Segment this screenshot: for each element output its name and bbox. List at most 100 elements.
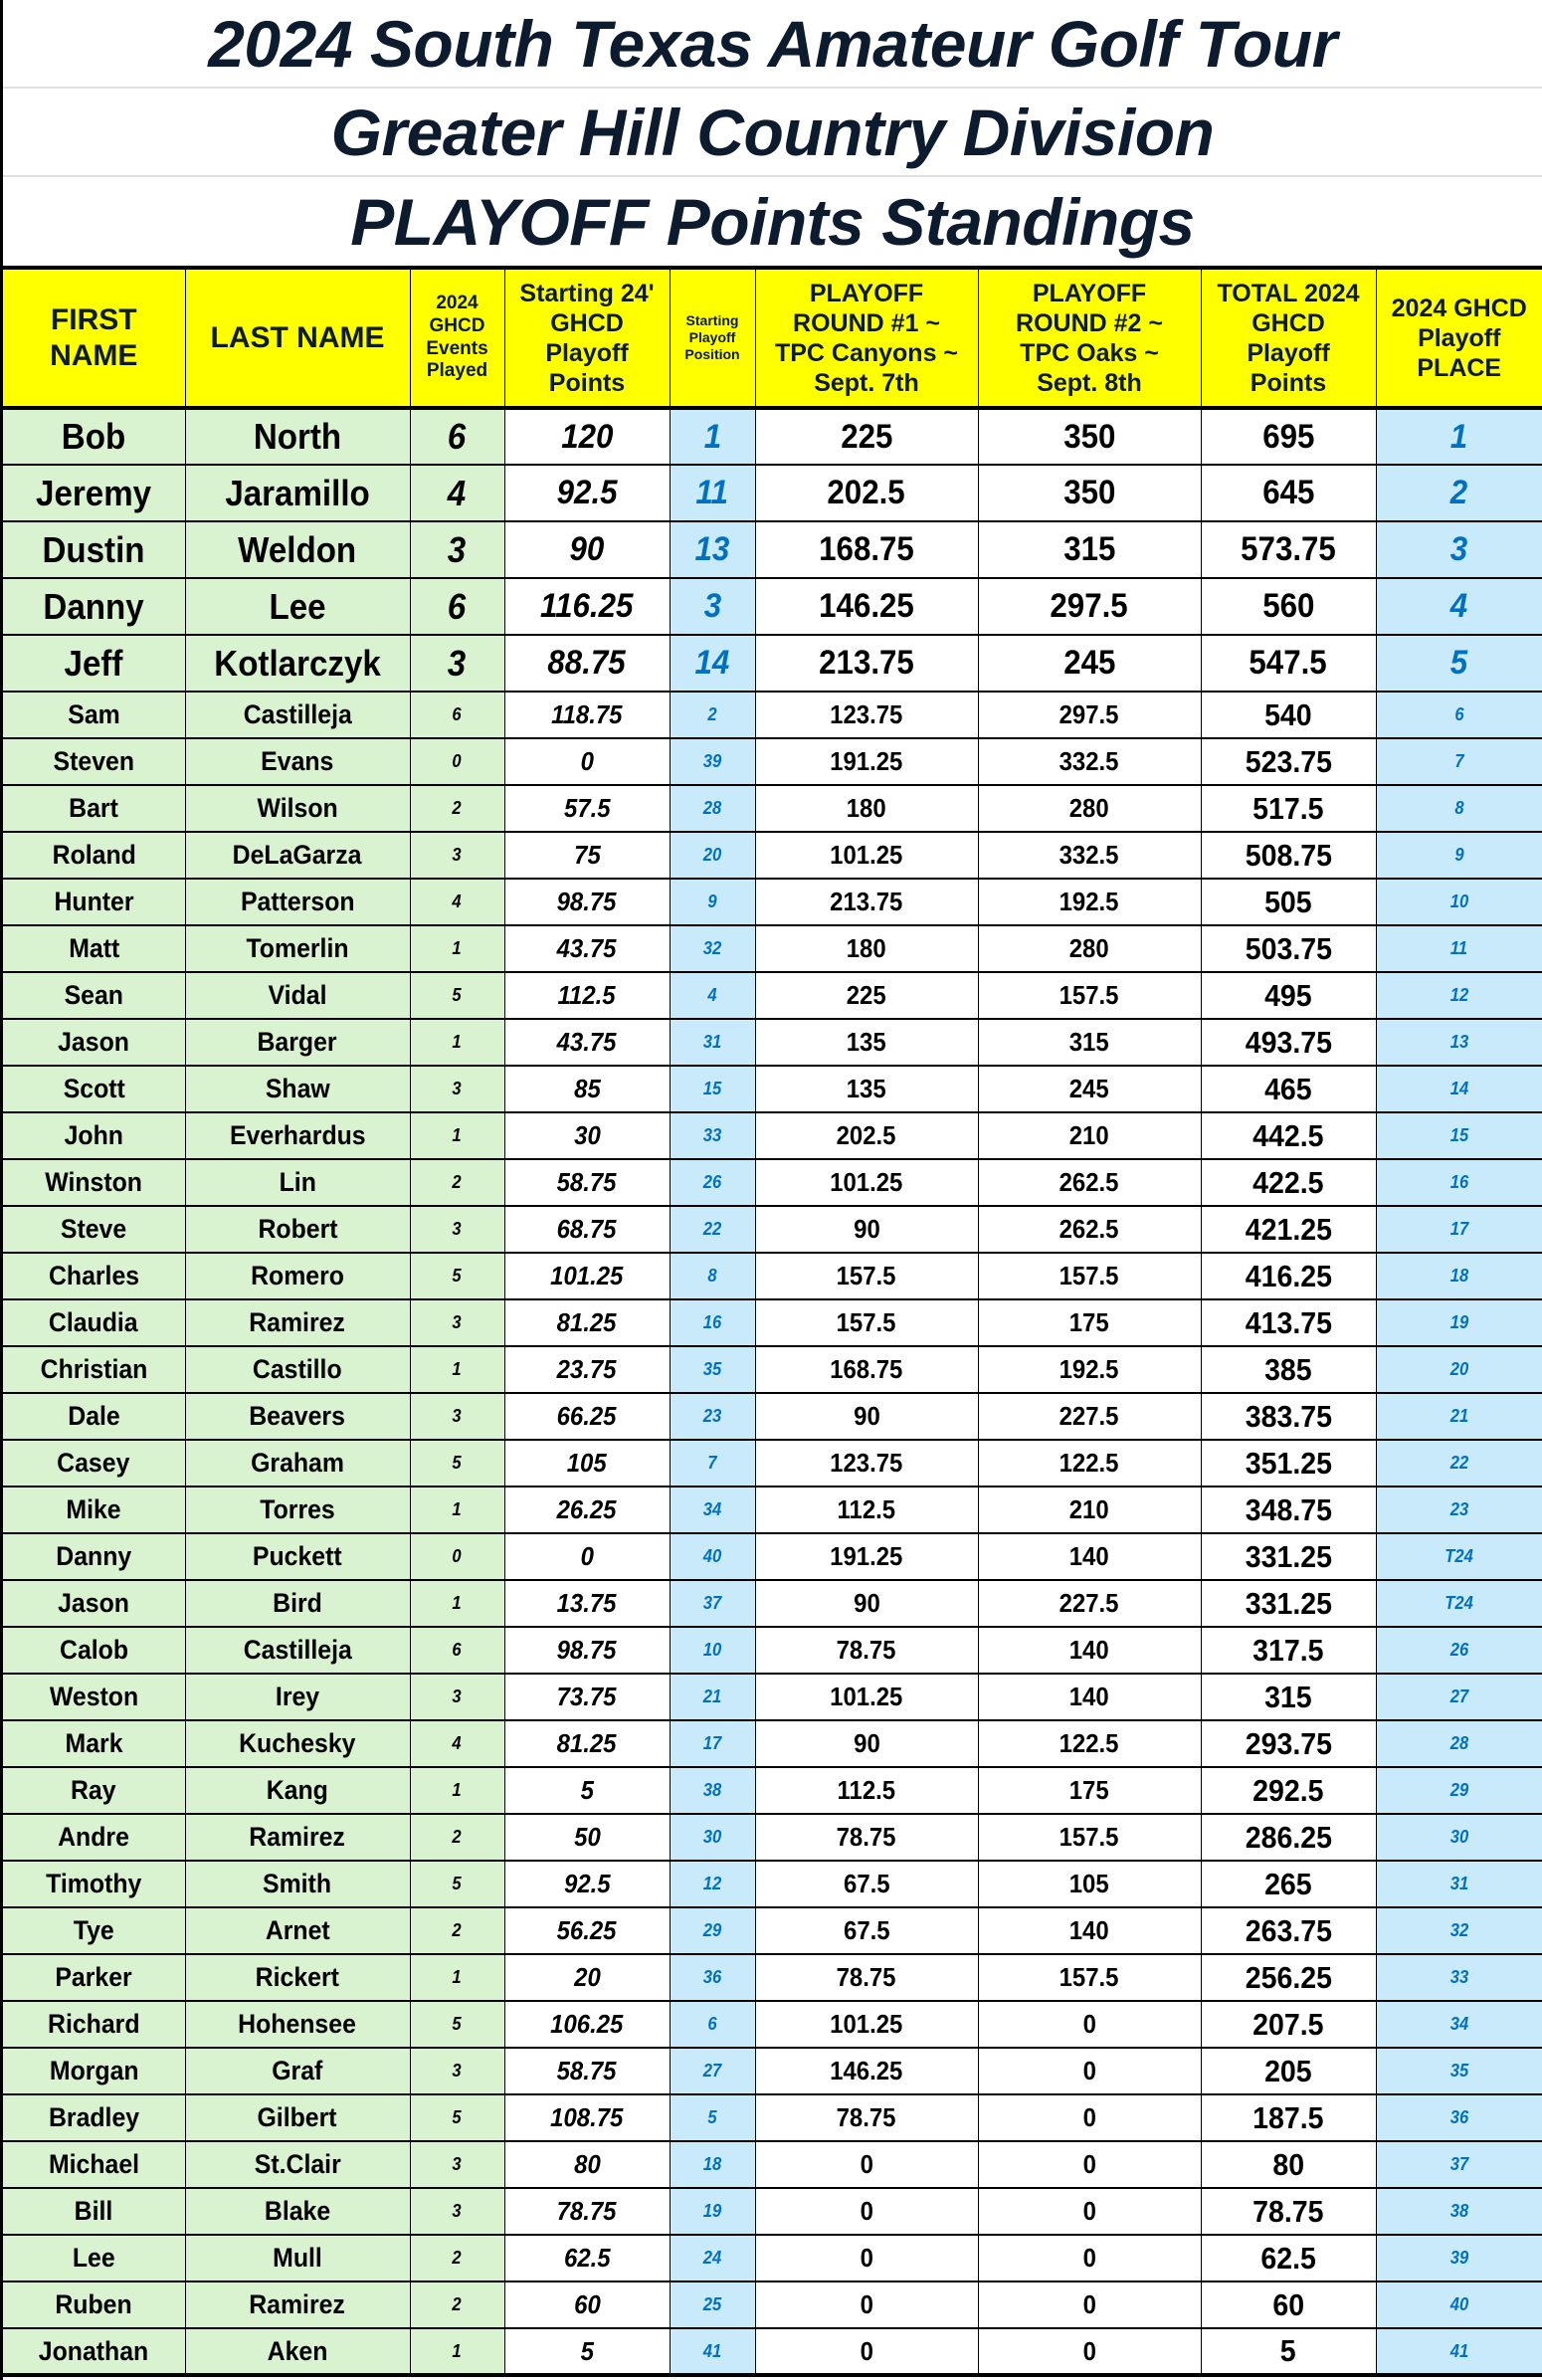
starting-points-cell: 23.75: [504, 1346, 671, 1394]
total-points-cell: 560: [1201, 578, 1377, 636]
events-played-cell-text: 6: [448, 585, 467, 627]
starting-position-cell: 9: [670, 879, 756, 926]
round-1-points-cell-text: 0: [860, 2149, 873, 2179]
events-played-cell: 1: [410, 1112, 505, 1160]
first-name-cell-text: Jason: [58, 1027, 130, 1057]
header-line: Starting 24': [519, 279, 655, 307]
starting-points-cell: 81.25: [504, 1720, 671, 1768]
events-played-cell-text: 3: [452, 1406, 463, 1426]
round-1-points-cell-text: 225: [847, 980, 886, 1010]
first-name-cell: Jason: [3, 1580, 186, 1628]
total-points-cell: 207.5: [1201, 2001, 1377, 2049]
total-points-cell-text: 560: [1261, 587, 1315, 625]
starting-points-cell-text: 118.75: [551, 699, 623, 729]
last-name-cell-text: Kuchesky: [239, 1728, 356, 1758]
round-1-points-cell: 67.5: [755, 1907, 979, 1955]
events-played-cell-text: 5: [452, 2107, 463, 2127]
playoff-place-cell: 33: [1376, 1954, 1542, 2002]
playoff-place-cell-text: 1: [1450, 417, 1468, 456]
first-name-cell-text: Danny: [56, 1541, 132, 1571]
table-row: Mike Torres 1 26.25 34 112.5 210 348.75 23: [3, 1487, 1542, 1534]
starting-points-cell: 108.75: [504, 2094, 671, 2142]
events-played-cell: 2: [410, 785, 505, 833]
events-played-cell-text: 4: [452, 1733, 463, 1753]
starting-points-cell-text: 66.25: [557, 1401, 617, 1431]
starting-position-cell: 27: [670, 2048, 756, 2095]
round-2-points-cell: 0: [978, 2188, 1202, 2236]
starting-position-cell-text: 36: [702, 1967, 722, 1987]
starting-position-cell-text: 9: [707, 892, 717, 911]
starting-points-cell-text: 106.25: [550, 2009, 624, 2039]
first-name-cell: Danny: [3, 1533, 186, 1581]
total-points-cell-text: 187.5: [1253, 2099, 1324, 2135]
starting-position-cell-text: 22: [702, 1219, 722, 1239]
round-2-points-cell-text: 0: [1082, 2102, 1096, 2132]
events-played-cell: 6: [410, 692, 505, 739]
playoff-place-cell-text: 36: [1449, 2107, 1468, 2127]
events-played-cell: 1: [410, 925, 505, 973]
total-points-cell-text: 421.25: [1245, 1211, 1332, 1247]
playoff-place-cell-text: 2: [1450, 474, 1468, 511]
starting-position-cell-text: 25: [702, 2294, 722, 2314]
events-played-cell: 1: [410, 1580, 505, 1628]
starting-position-cell: 34: [670, 1487, 756, 1534]
first-name-cell-text: Bradley: [48, 2102, 139, 2132]
total-points-cell-text: 573.75: [1241, 530, 1336, 568]
playoff-place-cell: 4: [1376, 578, 1542, 636]
playoff-place-cell: 20: [1376, 1346, 1542, 1394]
events-played-cell-text: 3: [452, 2061, 463, 2081]
starting-points-cell: 0: [504, 738, 671, 786]
starting-points-cell-text: 101.25: [550, 1261, 624, 1290]
starting-points-cell: 73.75: [504, 1674, 671, 1721]
playoff-place-cell: 26: [1376, 1627, 1542, 1675]
events-played-cell: 3: [410, 635, 505, 693]
playoff-place-cell-text: 19: [1449, 1312, 1468, 1332]
starting-points-cell-text: 60: [573, 2289, 601, 2319]
table-row: Jeremy Jaramillo 4 92.5 11 202.5 350 645 2: [3, 465, 1542, 522]
round-2-points-cell: 140: [978, 1627, 1202, 1675]
starting-points-cell: 43.75: [504, 925, 671, 973]
total-points-cell-text: 645: [1261, 474, 1315, 511]
total-points-cell-text: 442.5: [1253, 1117, 1324, 1153]
round-1-points-cell: 90: [755, 1206, 979, 1254]
starting-points-cell: 90: [504, 521, 671, 579]
last-name-cell-text: Rickert: [255, 1962, 340, 1992]
round-2-points-cell: 122.5: [978, 1440, 1202, 1488]
starting-points-cell: 30: [504, 1112, 671, 1160]
table-row: Sean Vidal 5 112.5 4 225 157.5 495 12: [3, 972, 1542, 1020]
table-row: Timothy Smith 5 92.5 12 67.5 105 265 31: [3, 1861, 1542, 1908]
events-played-cell: 3: [410, 2048, 505, 2095]
round-2-points-cell: 140: [978, 1907, 1202, 1955]
total-points-cell: 695: [1201, 408, 1377, 466]
starting-points-cell-text: 85: [573, 1074, 601, 1103]
starting-points-cell-text: 88.75: [547, 644, 627, 682]
starting-position-cell: 35: [670, 1346, 756, 1394]
first-name-cell-text: Calob: [59, 1635, 128, 1665]
playoff-place-cell-text: 28: [1449, 1733, 1468, 1753]
round-1-points-cell-text: 146.25: [819, 587, 914, 625]
last-name-cell-text: Jaramillo: [225, 472, 370, 513]
last-name-cell: Hohensee: [185, 2001, 411, 2049]
total-points-cell-text: 351.25: [1245, 1445, 1332, 1481]
total-points-cell-text: 60: [1272, 2286, 1304, 2322]
total-points-cell-text: 331.25: [1245, 1538, 1332, 1574]
round-2-points-cell: 122.5: [978, 1720, 1202, 1768]
starting-position-cell: 32: [670, 925, 756, 973]
round-2-points-cell-text: 297.5: [1060, 699, 1119, 729]
starting-points-cell-text: 62.5: [563, 2243, 611, 2273]
round-1-points-cell-text: 90: [853, 1214, 880, 1244]
round-1-points-cell: 90: [755, 1580, 979, 1628]
starting-position-cell: 24: [670, 2235, 756, 2282]
last-name-cell: Evans: [185, 738, 411, 786]
round-1-points-cell: 101.25: [755, 1159, 979, 1207]
events-played-cell-text: 6: [452, 704, 463, 724]
events-played-cell-text: 4: [452, 892, 463, 911]
events-played-cell: 3: [410, 1299, 505, 1347]
first-name-cell: Ray: [3, 1767, 186, 1815]
last-name-cell-text: Irey: [275, 1682, 320, 1711]
playoff-place-cell-text: 10: [1449, 892, 1468, 911]
round-2-points-cell: 262.5: [978, 1159, 1202, 1207]
first-name-cell-text: Ruben: [55, 2289, 132, 2319]
round-1-points-cell: 112.5: [755, 1767, 979, 1815]
round-2-points-cell: 157.5: [978, 1814, 1202, 1862]
